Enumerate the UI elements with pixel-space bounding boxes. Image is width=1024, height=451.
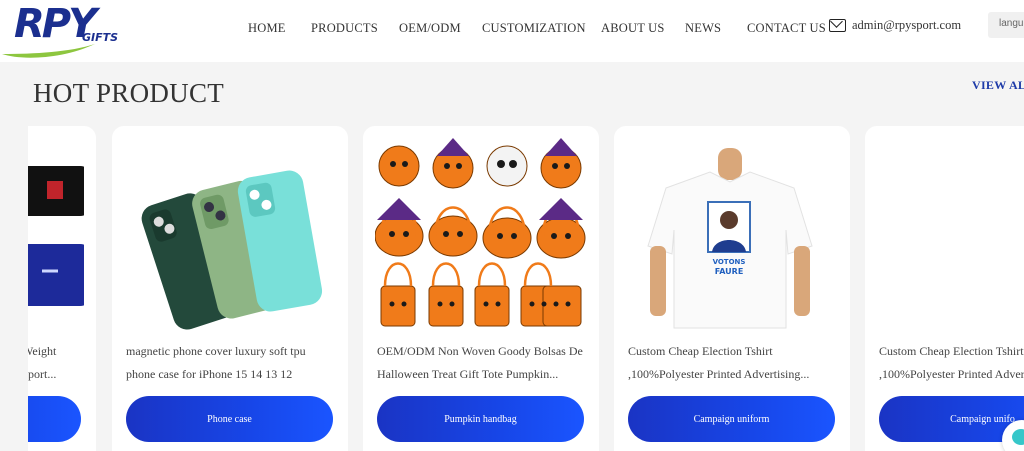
section-title: HOT PRODUCT <box>33 78 225 108</box>
product-card[interactable]: VOTONS FAURE Custom Cheap Election Tshir… <box>614 126 850 451</box>
product-image-wrist-weight[interactable] <box>28 136 84 336</box>
nav-home[interactable]: HOME <box>248 21 286 36</box>
product-card[interactable]: Custom Cheap Election Tshirt ,100%Polyes… <box>865 126 1024 451</box>
svg-text:VOTONS: VOTONS <box>713 258 746 266</box>
brand-logo[interactable]: RPY GIFTS <box>0 2 135 60</box>
language-label: langu <box>999 18 1024 29</box>
nav-news[interactable]: NEWS <box>685 21 721 36</box>
nav-contact-us[interactable]: CONTACT US <box>747 21 826 36</box>
nav-products[interactable]: PRODUCTS <box>311 21 378 36</box>
product-image-election-tshirt[interactable]: VOTONS FAURE <box>626 136 838 336</box>
product-category-button[interactable]: Campaign uniform <box>628 396 835 442</box>
product-title[interactable]: OEM/ODM Non Woven Goody Bolsas De Hallow… <box>377 340 589 386</box>
product-image-phone-case[interactable] <box>124 136 336 336</box>
nav-customization[interactable]: CUSTOMIZATION <box>482 21 586 36</box>
nav-about-us[interactable]: ABOUT US <box>601 21 665 36</box>
language-selector[interactable]: langu <box>988 12 1024 38</box>
nav-oem-odm[interactable]: OEM/ODM <box>399 21 461 36</box>
product-category-button[interactable]: Phone case <box>126 396 333 442</box>
product-image-pumpkin-bags[interactable] <box>375 136 587 336</box>
logo-subtitle: GIFTS <box>82 31 119 44</box>
site-header: RPY GIFTS HOME PRODUCTS OEM/ODM CUSTOMIZ… <box>0 0 1024 62</box>
product-card[interactable]: magnetic phone cover luxury soft tpu pho… <box>112 126 348 451</box>
product-title[interactable]: magnetic phone cover luxury soft tpu pho… <box>126 340 338 386</box>
view-all-link[interactable]: VIEW ALL <box>972 78 1024 93</box>
product-category-button[interactable] <box>28 396 81 442</box>
product-title[interactable]: Custom Cheap Election Tshirt ,100%Polyes… <box>879 340 1024 386</box>
mail-icon <box>829 19 846 32</box>
product-carousel[interactable]: Weight pport... magnetic phone <box>28 126 1024 451</box>
product-category-button[interactable]: Pumpkin handbag <box>377 396 584 442</box>
email-address: admin@rpysport.com <box>852 18 962 32</box>
svg-text:FAURE: FAURE <box>715 267 744 276</box>
email-link[interactable]: admin@rpysport.com <box>829 18 961 33</box>
product-card[interactable]: OEM/ODM Non Woven Goody Bolsas De Hallow… <box>363 126 599 451</box>
product-title[interactable]: Custom Cheap Election Tshirt ,100%Polyes… <box>628 340 840 386</box>
product-card[interactable]: Weight pport... <box>28 126 96 451</box>
